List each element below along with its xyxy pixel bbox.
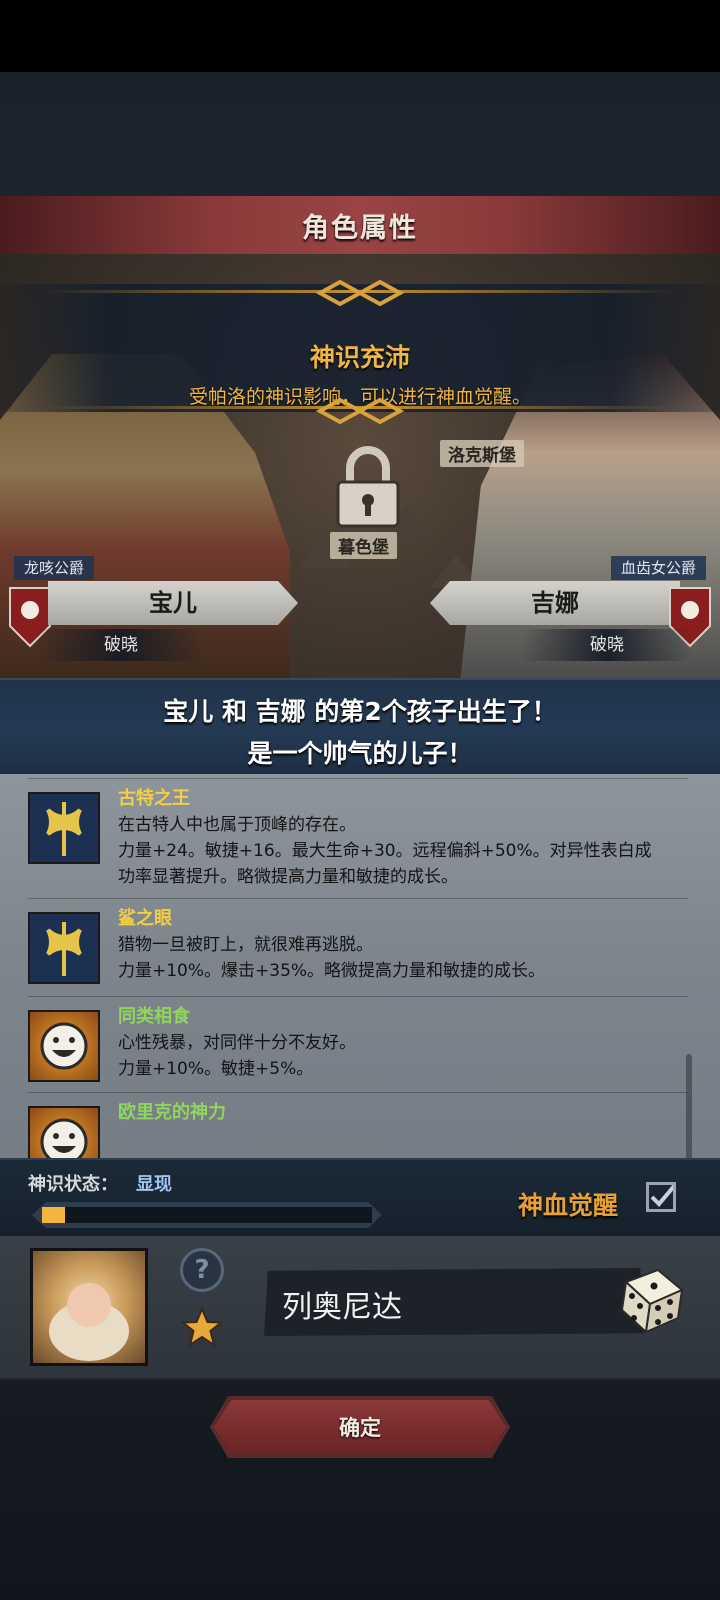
- father-name: 宝儿: [149, 589, 197, 617]
- axe-icon: [28, 912, 100, 984]
- mother-title: 血齿女公爵: [610, 556, 706, 580]
- grin-face-icon: [28, 1106, 100, 1158]
- check-icon: [650, 1183, 677, 1207]
- confirm-button[interactable]: 确定: [214, 1400, 506, 1454]
- father-house: 破晓: [36, 629, 206, 661]
- trait-list[interactable]: 古特之王 在古特人中也属于顶峰的存在。 力量+24。敏捷+16。最大生命+30。…: [0, 774, 720, 1158]
- trait-item: 鲨之眼 猎物一旦被盯上，就很难再逃脱。 力量+10%。爆击+35%。略微提高力量…: [28, 904, 688, 1000]
- father-name-plate: 宝儿: [48, 581, 298, 625]
- mother-name: 吉娜: [531, 589, 579, 617]
- child-portrait: [30, 1248, 148, 1366]
- game-screen: 角色属性 洛克斯堡 暮色堡 神识充沛 受帕洛的神识影响，可以进行神血觉醒。 龙咳…: [0, 0, 720, 1600]
- confirm-label: 确定: [339, 1416, 381, 1440]
- trait-item: 同类相食 心性残暴，对同伴十分不友好。 力量+10%。敏捷+5%。: [28, 1002, 688, 1098]
- trait-name: 古特之王: [118, 788, 190, 809]
- trait-divider: [28, 1092, 688, 1093]
- ornament-icon: [315, 279, 405, 307]
- trait-description: 在古特人中也属于顶峰的存在。 力量+24。敏捷+16。最大生命+30。远程偏斜+…: [118, 815, 652, 887]
- announcement-line-2: 是一个帅气的儿子！: [247, 739, 473, 768]
- parents-scene: 洛克斯堡 暮色堡 神识充沛 受帕洛的神识影响，可以进行神血觉醒。 龙咳公爵 宝儿…: [0, 254, 720, 678]
- map-label-duskburg: 暮色堡: [330, 532, 397, 559]
- trait-item: 欧里克的神力: [28, 1098, 688, 1158]
- divine-status-bar: 神识状态： 显现 神血觉醒: [0, 1158, 720, 1238]
- mother-house: 破晓: [522, 629, 692, 661]
- announcement-line-1: 宝儿 和 吉娜 的第2个孩子出生了！: [163, 697, 557, 726]
- trait-scrollbar[interactable]: [686, 1054, 692, 1158]
- trait-description: 猎物一旦被盯上，就很难再逃脱。 力量+10%。爆击+35%。略微提高力量和敏捷的…: [118, 935, 546, 981]
- child-panel: ? 列奥尼达: [0, 1236, 720, 1380]
- trait-divider: [28, 778, 688, 779]
- birth-announcement: 宝儿 和 吉娜 的第2个孩子出生了！ 是一个帅气的儿子！: [0, 678, 720, 778]
- trait-item: 古特之王 在古特人中也属于顶峰的存在。 力量+24。敏捷+16。最大生命+30。…: [28, 784, 688, 904]
- mother-name-plate: 吉娜: [430, 581, 680, 625]
- progress-fill: [42, 1207, 66, 1223]
- baby-illustration: [49, 1283, 129, 1361]
- status-label: 神识状态：: [28, 1174, 118, 1195]
- axe-icon: [28, 792, 100, 864]
- trait-name: 欧里克的神力: [118, 1102, 226, 1123]
- title-bar: 角色属性: [0, 196, 720, 254]
- status-value: 显现: [136, 1174, 172, 1195]
- trait-description: 心性残暴，对同伴十分不友好。 力量+10%。敏捷+5%。: [118, 1033, 356, 1079]
- divine-banner: 神识充沛 受帕洛的神识影响，可以进行神血觉醒。: [0, 279, 720, 425]
- trait-name: 同类相食: [118, 1006, 190, 1027]
- status-bar-area: [0, 0, 720, 72]
- trait-name: 鲨之眼: [118, 908, 172, 929]
- grin-face-icon: [28, 1010, 100, 1082]
- help-button[interactable]: ?: [180, 1248, 224, 1292]
- page-title: 角色属性: [302, 212, 418, 244]
- trait-divider: [28, 898, 688, 899]
- trait-divider: [28, 996, 688, 997]
- divine-progress-bar: [32, 1202, 382, 1228]
- map-label-loxburg: 洛克斯堡: [440, 440, 524, 467]
- dice-icon[interactable]: [612, 1260, 690, 1338]
- child-name-field[interactable]: 列奥尼达: [264, 1268, 644, 1336]
- star-icon[interactable]: [180, 1306, 224, 1350]
- lock-icon: [320, 444, 416, 534]
- ornament-icon: [315, 397, 405, 425]
- banner-title: 神识充沛: [309, 343, 410, 372]
- awaken-checkbox[interactable]: [646, 1182, 677, 1212]
- child-name: 列奥尼达: [282, 1290, 402, 1325]
- awaken-label: 神血觉醒: [518, 1191, 619, 1220]
- father-title: 龙咳公爵: [14, 556, 95, 580]
